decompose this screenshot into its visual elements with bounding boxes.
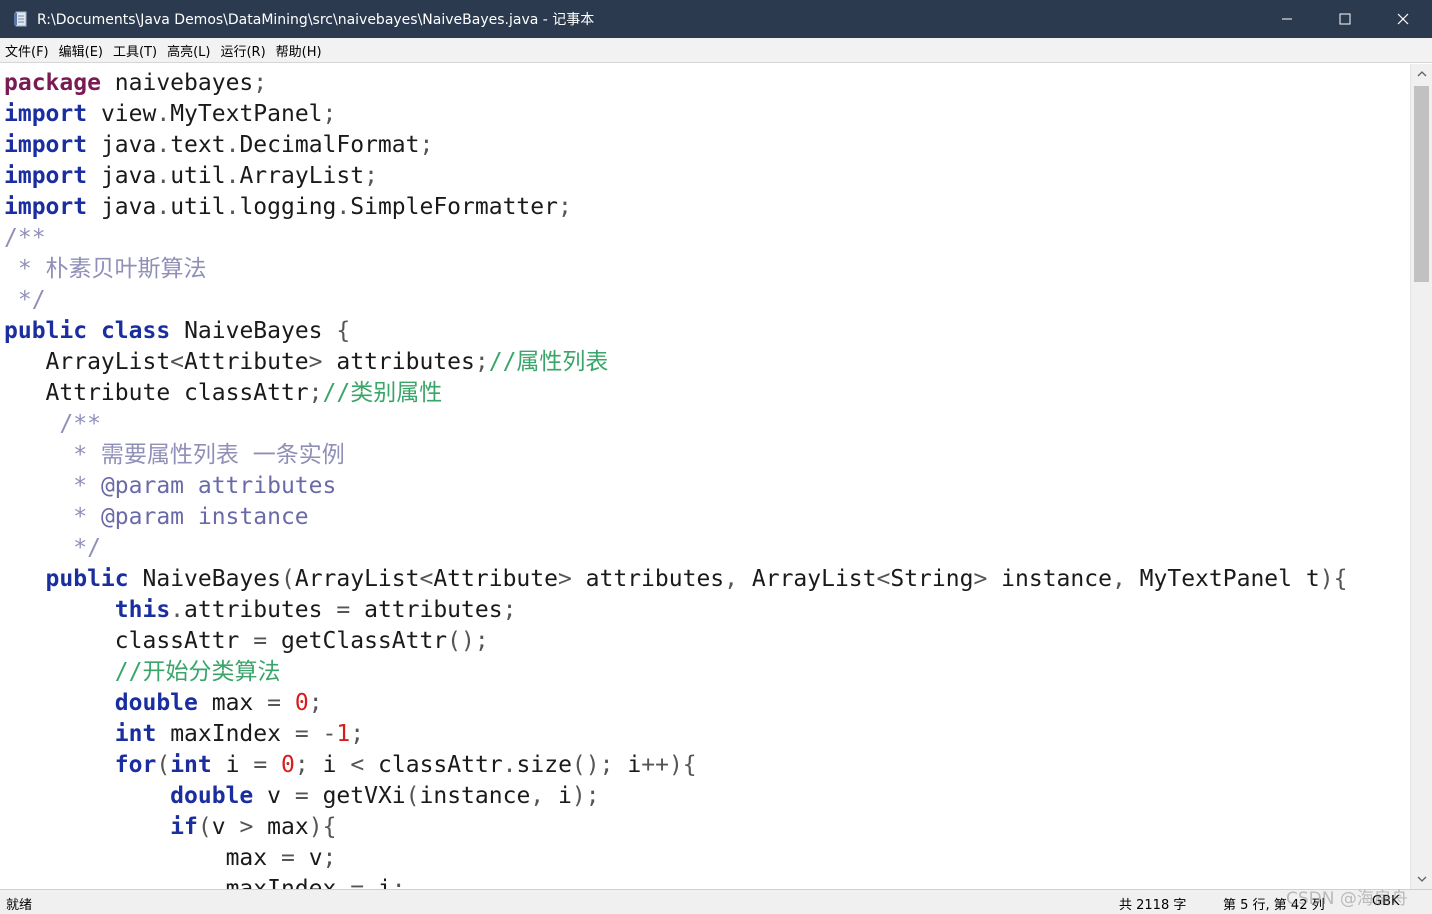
code-line[interactable]: //开始分类算法	[4, 657, 1347, 688]
code-line[interactable]: public class NaiveBayes {	[4, 316, 1347, 347]
menu-run[interactable]: 运行(R)	[215, 41, 270, 60]
menu-edit[interactable]: 编辑(E)	[54, 41, 108, 60]
menu-file[interactable]: 文件(F)	[0, 41, 54, 60]
notepad-icon	[14, 11, 28, 27]
code-line[interactable]: int maxIndex = -1;	[4, 719, 1347, 750]
code-line[interactable]: double v = getVXi(instance, i);	[4, 781, 1347, 812]
scroll-down-arrow[interactable]	[1411, 869, 1432, 889]
code-line[interactable]: if(v > max){	[4, 812, 1347, 843]
code-line[interactable]: */	[4, 285, 1347, 316]
title-bar: R:\Documents\Java Demos\DataMining\src\n…	[0, 0, 1432, 38]
code-line[interactable]: classAttr = getClassAttr();	[4, 626, 1347, 657]
code-line[interactable]: * @param attributes	[4, 471, 1347, 502]
close-button[interactable]	[1374, 0, 1432, 38]
scroll-up-arrow[interactable]	[1411, 64, 1432, 84]
code-line[interactable]: double max = 0;	[4, 688, 1347, 719]
code-line[interactable]: * 需要属性列表 一条实例	[4, 440, 1347, 471]
watermark: CSDN @海扁舟	[1286, 889, 1408, 909]
chevron-up-icon	[1417, 71, 1426, 77]
menu-highlight[interactable]: 高亮(L)	[162, 41, 215, 60]
code-text[interactable]: package naivebayes; import view.MyTextPan…	[4, 68, 1347, 889]
code-line[interactable]: */	[4, 533, 1347, 564]
code-line[interactable]: ArrayList<Attribute> attributes;//属性列表	[4, 347, 1347, 378]
window-title: R:\Documents\Java Demos\DataMining\src\n…	[37, 12, 595, 28]
code-line[interactable]: package naivebayes;	[4, 68, 1347, 99]
minimize-button[interactable]	[1258, 0, 1316, 38]
menu-help[interactable]: 帮助(H)	[271, 41, 327, 60]
code-line[interactable]: max = v;	[4, 843, 1347, 874]
vertical-scrollbar[interactable]	[1410, 64, 1432, 889]
menu-tools[interactable]: 工具(T)	[108, 41, 162, 60]
close-icon	[1397, 13, 1409, 25]
code-line[interactable]: Attribute classAttr;//类别属性	[4, 378, 1347, 409]
chevron-down-icon	[1417, 876, 1426, 882]
code-line[interactable]: * 朴素贝叶斯算法	[4, 254, 1347, 285]
status-ready: 就绪	[6, 898, 33, 913]
code-line[interactable]: import java.util.logging.SimpleFormatter…	[4, 192, 1347, 223]
maximize-button[interactable]	[1316, 0, 1374, 38]
code-line[interactable]: /**	[4, 223, 1347, 254]
status-char-count: 共 2118 字	[1119, 898, 1187, 913]
code-line[interactable]: import java.text.DecimalFormat;	[4, 130, 1347, 161]
menu-bar: 文件(F) 编辑(E) 工具(T) 高亮(L) 运行(R) 帮助(H)	[0, 38, 1432, 63]
minimize-icon	[1282, 18, 1292, 20]
code-editor[interactable]: package naivebayes; import view.MyTextPan…	[0, 64, 1410, 889]
code-line[interactable]: import view.MyTextPanel;	[4, 99, 1347, 130]
code-line[interactable]: for(int i = 0; i < classAttr.size(); i++…	[4, 750, 1347, 781]
maximize-icon	[1339, 13, 1351, 25]
code-line[interactable]: maxIndex = i;	[4, 874, 1347, 889]
scroll-thumb[interactable]	[1414, 86, 1429, 282]
status-bar: 就绪 共 2118 字 第 5 行, 第 42 列 GBK	[0, 889, 1432, 914]
code-line[interactable]: * @param instance	[4, 502, 1347, 533]
code-line[interactable]: /**	[4, 409, 1347, 440]
code-line[interactable]: import java.util.ArrayList;	[4, 161, 1347, 192]
code-line[interactable]: public NaiveBayes(ArrayList<Attribute> a…	[4, 564, 1348, 595]
code-line[interactable]: this.attributes = attributes;	[4, 595, 1347, 626]
